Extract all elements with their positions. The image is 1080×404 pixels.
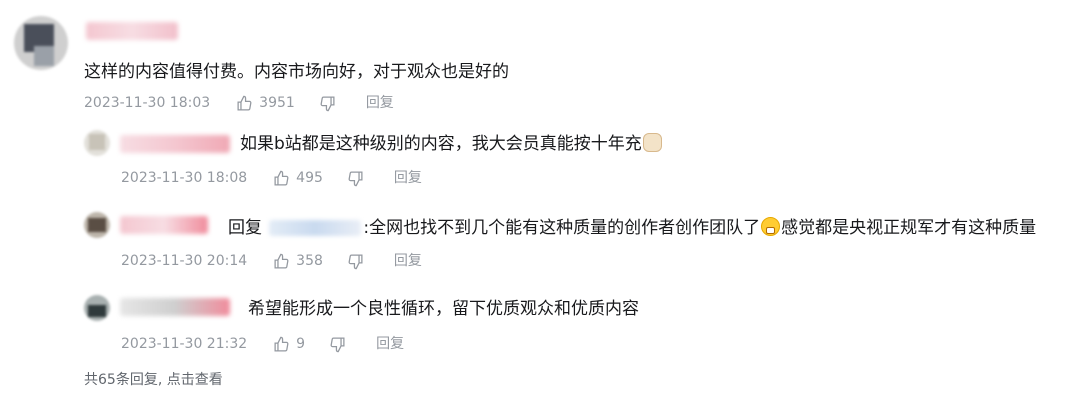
dislike-icon [348, 170, 363, 186]
view-more-replies[interactable]: 共65条回复, 点击查看 [84, 369, 223, 389]
reply-text: 如果b站都是这种级别的内容，我大会员真能按十年充 [240, 132, 663, 156]
like-icon [274, 170, 289, 186]
grin-emoji [761, 217, 781, 236]
comment-text: 这样的内容值得付费。内容市场向好，对于观众也是好的 [84, 62, 509, 82]
dislike-button[interactable] [329, 336, 352, 353]
timestamp: 2023-11-30 18:03 [84, 95, 211, 111]
avatar[interactable] [84, 130, 110, 156]
avatar[interactable] [84, 212, 110, 238]
avatar[interactable] [14, 16, 68, 70]
like-count: 495 [296, 170, 323, 186]
timestamp: 2023-11-30 21:32 [121, 336, 248, 352]
dislike-icon [348, 253, 363, 269]
reply-button[interactable]: 回复 [376, 334, 404, 354]
username[interactable] [120, 298, 230, 316]
username[interactable] [120, 216, 208, 234]
timestamp: 2023-11-30 18:08 [121, 170, 248, 186]
reply-button[interactable]: 回复 [366, 93, 394, 113]
reply-text: 希望能形成一个良性循环，留下优质观众和优质内容 [248, 299, 639, 319]
like-icon [274, 336, 289, 352]
reply-button[interactable]: 回复 [394, 251, 422, 271]
dislike-button[interactable] [347, 170, 370, 187]
like-count: 358 [296, 253, 323, 269]
like-count: 3951 [259, 95, 295, 111]
like-icon [237, 95, 252, 111]
dislike-button[interactable] [347, 253, 370, 270]
reply-meta: 2023-11-30 21:32 9 回复 [121, 334, 404, 354]
mention-user[interactable] [269, 220, 362, 236]
reply-button[interactable]: 回复 [394, 168, 422, 188]
reply-meta: 2023-11-30 20:14 358 回复 [121, 251, 422, 271]
dislike-icon [320, 95, 335, 111]
reply-text: 回复 :全网也找不到几个能有这种质量的创作者创作团队了 感觉都是央视正规军才有这种… [228, 217, 1037, 238]
username[interactable] [86, 22, 178, 40]
timestamp: 2023-11-30 20:14 [121, 253, 248, 269]
like-button[interactable]: 9 [273, 334, 305, 354]
cat-emoji [642, 133, 662, 152]
avatar[interactable] [84, 295, 110, 321]
username[interactable] [120, 135, 230, 153]
dislike-button[interactable] [319, 95, 342, 112]
reply-meta: 2023-11-30 18:08 495 回复 [121, 168, 422, 188]
comment-meta: 2023-11-30 18:03 3951 回复 [84, 93, 394, 113]
like-icon [274, 253, 289, 269]
like-button[interactable]: 3951 [236, 93, 295, 113]
like-button[interactable]: 358 [273, 251, 323, 271]
dislike-icon [330, 336, 345, 352]
like-count: 9 [296, 336, 306, 352]
like-button[interactable]: 495 [273, 168, 323, 188]
